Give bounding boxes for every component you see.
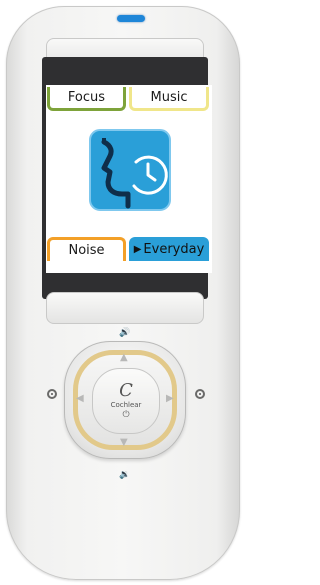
- mode-music-label: Music: [150, 90, 188, 105]
- mode-focus-label: Focus: [67, 90, 106, 105]
- nav-left-arrow-icon[interactable]: ◀: [76, 393, 84, 404]
- status-led: [117, 15, 145, 22]
- nav-down-arrow-icon[interactable]: ▼: [120, 437, 128, 448]
- mode-noise-button[interactable]: Noise: [47, 237, 126, 261]
- nav-right-arrow-icon[interactable]: ▶: [166, 393, 174, 404]
- power-center-button[interactable]: C Cochlear ⏻: [92, 368, 160, 434]
- mode-everyday-button[interactable]: ▶ Everyday: [129, 237, 209, 261]
- volume-up-icon: 🔊: [119, 328, 131, 338]
- right-side-button-icon[interactable]: [195, 389, 205, 399]
- left-side-button-icon[interactable]: [47, 389, 57, 399]
- mode-noise-label: Noise: [68, 243, 105, 258]
- selected-play-icon: ▶: [133, 243, 142, 255]
- mode-focus-button[interactable]: Focus: [47, 87, 126, 111]
- brand-label: Cochlear: [110, 400, 142, 409]
- mode-everyday-label: Everyday: [143, 241, 205, 257]
- lower-rocker-button[interactable]: [46, 292, 204, 324]
- nav-up-arrow-icon[interactable]: ▲: [120, 352, 128, 363]
- power-icon: ⏻: [122, 409, 130, 420]
- mode-music-button[interactable]: Music: [129, 87, 209, 111]
- face-clock-icon: [89, 129, 171, 211]
- volume-down-icon: 🔉: [119, 470, 131, 480]
- cochlear-logo-icon: C: [119, 379, 133, 401]
